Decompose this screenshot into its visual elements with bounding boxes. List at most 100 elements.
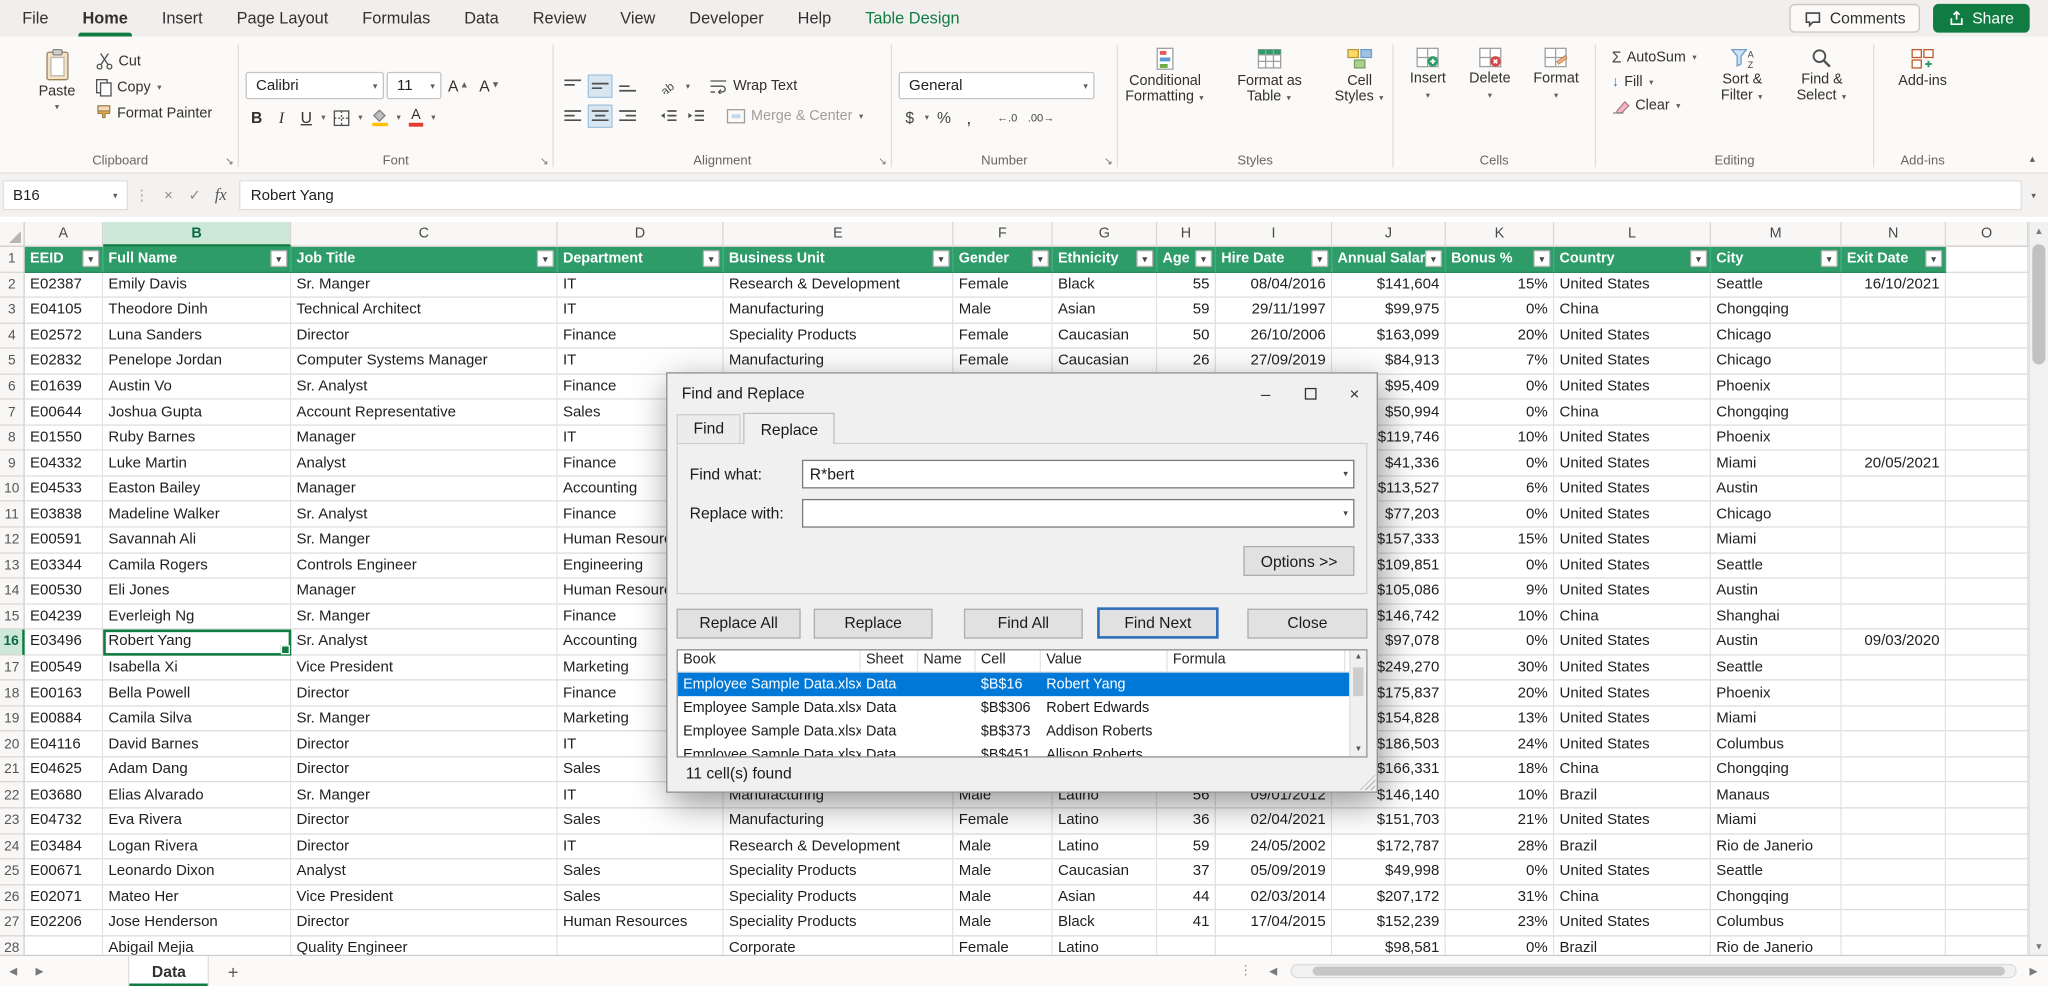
autosum-button[interactable]: ΣAutoSum▾ (1609, 47, 1700, 68)
increase-decimal-button[interactable]: ←.0 (993, 106, 1021, 130)
cell-K17[interactable]: 30% (1446, 655, 1554, 681)
cell-B3[interactable]: Theodore Dinh (103, 298, 291, 324)
cell-A7[interactable]: E00644 (25, 400, 103, 426)
cell-N14[interactable] (1842, 579, 1946, 605)
formula-input[interactable]: Robert Yang (239, 180, 2022, 210)
cell-M6[interactable]: Phoenix (1711, 375, 1842, 401)
filter-button-job-title[interactable]: ▾ (537, 250, 554, 267)
font-size-select[interactable]: 11▾ (387, 72, 442, 99)
font-name-dropdown-icon[interactable]: ▾ (373, 80, 378, 90)
cell-B19[interactable]: Camila Silva (103, 706, 291, 732)
cell-K12[interactable]: 15% (1446, 528, 1554, 554)
align-middle-button[interactable] (588, 74, 613, 98)
copy-dropdown-icon[interactable]: ▾ (157, 82, 161, 92)
orientation-dropdown-icon[interactable]: ▾ (686, 80, 690, 90)
replace-with-input[interactable]: ▾ (802, 499, 1354, 528)
addins-button[interactable]: Add-ins (1892, 42, 1954, 90)
cell-B17[interactable]: Isabella Xi (103, 655, 291, 681)
cell-B26[interactable]: Mateo Her (103, 885, 291, 911)
cell-M13[interactable]: Seattle (1711, 553, 1842, 579)
row-header-27[interactable]: 27 (0, 911, 25, 937)
column-header-L[interactable]: L (1554, 222, 1711, 247)
cell-O10[interactable] (1946, 477, 2028, 503)
cell-M16[interactable]: Austin (1711, 630, 1842, 656)
cell-K23[interactable]: 21% (1446, 809, 1554, 835)
results-scroll-up-icon[interactable]: ▲ (1351, 653, 1367, 661)
cell-K9[interactable]: 0% (1446, 451, 1554, 477)
cell-D4[interactable]: Finance (558, 323, 724, 349)
cell-M23[interactable]: Miami (1711, 809, 1842, 835)
clipboard-dialog-launcher-icon[interactable]: ↘ (225, 157, 234, 167)
filter-button-full-name[interactable]: ▾ (270, 250, 287, 267)
cell-A23[interactable]: E04732 (25, 809, 103, 835)
cell-B13[interactable]: Camila Rogers (103, 553, 291, 579)
row-header-9[interactable]: 9 (0, 451, 25, 477)
cell-A12[interactable]: E00591 (25, 528, 103, 554)
cell-G27[interactable]: Black (1053, 911, 1157, 937)
cell-A6[interactable]: E01639 (25, 375, 103, 401)
cell-B6[interactable]: Austin Vo (103, 375, 291, 401)
cell-M9[interactable]: Miami (1711, 451, 1842, 477)
cell-B7[interactable]: Joshua Gupta (103, 400, 291, 426)
cell-C6[interactable]: Sr. Analyst (291, 375, 557, 401)
cell-C9[interactable]: Analyst (291, 451, 557, 477)
cell-C5[interactable]: Computer Systems Manager (291, 349, 557, 375)
filter-button-ethnicity[interactable]: ▾ (1136, 250, 1153, 267)
fill-color-dropdown-icon[interactable]: ▾ (396, 112, 400, 122)
cell-N16[interactable]: 09/03/2020 (1842, 630, 1946, 656)
cell-L8[interactable]: United States (1554, 426, 1711, 452)
tab-file[interactable]: File (5, 0, 65, 37)
row-header-11[interactable]: 11 (0, 502, 25, 528)
number-format-dropdown-icon[interactable]: ▾ (1083, 80, 1088, 90)
cell-C4[interactable]: Director (291, 323, 557, 349)
cell-K10[interactable]: 6% (1446, 477, 1554, 503)
cell-L19[interactable]: United States (1554, 706, 1711, 732)
cell-A25[interactable]: E00671 (25, 860, 103, 886)
delete-dropdown-icon[interactable]: ▾ (1488, 91, 1492, 100)
fill-color-button[interactable] (366, 106, 392, 130)
cell-L10[interactable]: United States (1554, 477, 1711, 503)
cell-M19[interactable]: Miami (1711, 706, 1842, 732)
cell-H3[interactable]: 59 (1157, 298, 1216, 324)
cell-O23[interactable] (1946, 809, 2028, 835)
cell-F26[interactable]: Male (953, 885, 1052, 911)
comments-button[interactable]: Comments (1789, 4, 1920, 33)
row-header-25[interactable]: 25 (0, 860, 25, 886)
cancel-formula-icon[interactable]: × (155, 187, 181, 203)
cell-D25[interactable]: Sales (558, 860, 724, 886)
cell-K15[interactable]: 10% (1446, 604, 1554, 630)
cell-I28[interactable] (1216, 936, 1332, 955)
cell-I2[interactable]: 08/04/2016 (1216, 272, 1332, 298)
select-all-corner[interactable] (0, 222, 25, 247)
row-header-5[interactable]: 5 (0, 349, 25, 375)
cell-N24[interactable] (1842, 834, 1946, 860)
cell-E27[interactable]: Speciality Products (724, 911, 954, 937)
cell-A20[interactable]: E04116 (25, 732, 103, 758)
cell-N8[interactable] (1842, 426, 1946, 452)
result-row-2[interactable]: Employee Sample Data.xlsxData$B$306Rober… (678, 696, 1366, 720)
copy-button[interactable]: Copy ▾ (92, 77, 214, 98)
cell-K2[interactable]: 15% (1446, 272, 1554, 298)
cell-G5[interactable]: Caucasian (1053, 349, 1157, 375)
formula-bar-expand-icon[interactable]: ▾ (2022, 190, 2046, 200)
column-header-N[interactable]: N (1842, 222, 1946, 247)
cell-B10[interactable]: Easton Bailey (103, 477, 291, 503)
cell-A3[interactable]: E04105 (25, 298, 103, 324)
cell-N21[interactable] (1842, 757, 1946, 783)
cell-L23[interactable]: United States (1554, 809, 1711, 835)
font-size-dropdown-icon[interactable]: ▾ (430, 80, 435, 90)
cell-K7[interactable]: 0% (1446, 400, 1554, 426)
tab-home[interactable]: Home (66, 0, 145, 37)
cell-J4[interactable]: $163,099 (1332, 323, 1446, 349)
row-header-4[interactable]: 4 (0, 323, 25, 349)
dialog-maximize-button[interactable] (1288, 374, 1332, 413)
cell-N27[interactable] (1842, 911, 1946, 937)
cell-M5[interactable]: Chicago (1711, 349, 1842, 375)
cell-A28[interactable] (25, 936, 103, 955)
cell-L3[interactable]: China (1554, 298, 1711, 324)
cell-N4[interactable] (1842, 323, 1946, 349)
cell-I5[interactable]: 27/09/2019 (1216, 349, 1332, 375)
cell-C17[interactable]: Vice President (291, 655, 557, 681)
cell-M10[interactable]: Austin (1711, 477, 1842, 503)
cell-H25[interactable]: 37 (1157, 860, 1216, 886)
